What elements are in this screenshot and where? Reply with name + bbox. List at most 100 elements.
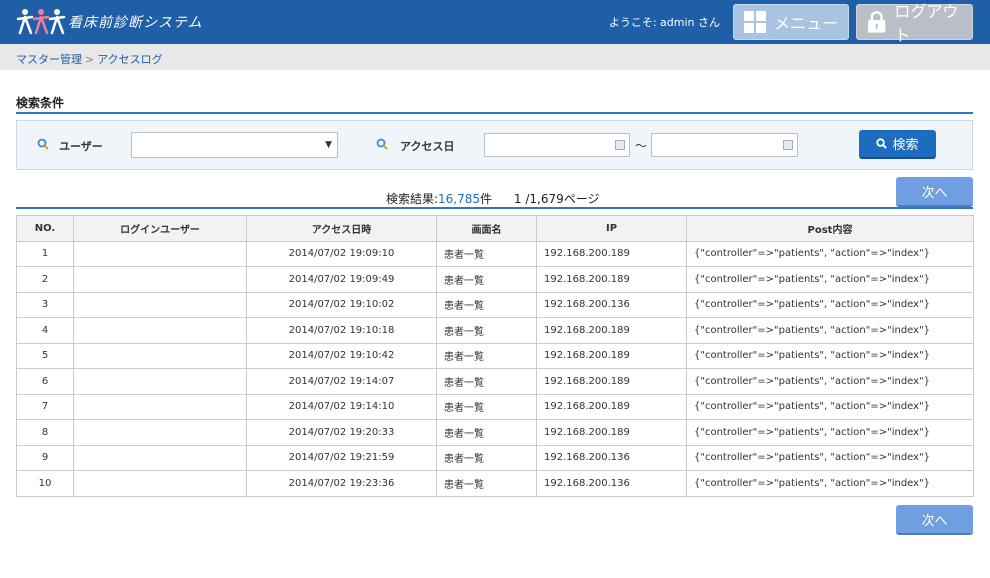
cell-ip: 192.168.200.136 bbox=[536, 470, 687, 497]
cell-login-user bbox=[73, 470, 247, 497]
app-header: 看床前診断システム ようこそ: admin さん メニュー ログアウト bbox=[0, 0, 990, 45]
cell-access-datetime: 2014/07/02 19:10:18 bbox=[246, 317, 437, 344]
cell-access-datetime: 2014/07/02 19:09:10 bbox=[246, 240, 437, 267]
calendar-icon[interactable] bbox=[615, 140, 625, 150]
cell-post-content: {"controller"=>"patients", "action"=>"in… bbox=[686, 342, 974, 369]
result-label: 検索結果: bbox=[386, 192, 439, 206]
cell-no: 9 bbox=[16, 444, 74, 471]
cell-access-datetime: 2014/07/02 19:20:33 bbox=[246, 419, 437, 446]
cell-login-user bbox=[73, 444, 247, 471]
table-row[interactable]: 9 2014/07/02 19:21:59 患者一覧 192.168.200.136{… bbox=[16, 444, 974, 471]
column-header-login-user[interactable]: ログインユーザー bbox=[73, 215, 247, 242]
search-icon bbox=[376, 138, 388, 150]
cell-no: 4 bbox=[16, 317, 74, 344]
cell-post-content: {"controller"=>"patients", "action"=>"in… bbox=[686, 368, 974, 395]
search-button[interactable]: 検索 bbox=[859, 130, 936, 159]
lock-icon bbox=[867, 11, 886, 33]
app-title: 看床前診断システム bbox=[68, 15, 203, 31]
breadcrumb-access-log[interactable]: アクセスログ bbox=[97, 53, 162, 66]
cell-no: 3 bbox=[16, 291, 74, 318]
table-row[interactable]: 6 2014/07/02 19:14:07 患者一覧 192.168.200.189{… bbox=[16, 368, 974, 395]
page-info: 1 /1,679ページ bbox=[513, 192, 600, 206]
next-button-label: 次へ bbox=[921, 513, 948, 529]
cell-ip: 192.168.200.189 bbox=[536, 317, 687, 344]
cell-ip: 192.168.200.189 bbox=[536, 342, 687, 369]
table-row[interactable]: 1 2014/07/02 19:09:10 患者一覧 192.168.200.189{… bbox=[16, 240, 974, 267]
table-body: 1 2014/07/02 19:09:10 患者一覧 192.168.200.189{… bbox=[16, 240, 974, 497]
cell-login-user bbox=[73, 266, 247, 293]
cell-login-user bbox=[73, 419, 247, 446]
date-to-input[interactable] bbox=[651, 133, 798, 157]
cell-ip: 192.168.200.136 bbox=[536, 444, 687, 471]
grid-icon bbox=[744, 11, 766, 33]
magnifier-icon bbox=[876, 138, 888, 149]
result-summary: 検索結果:16,785件 1 /1,679ページ bbox=[386, 190, 600, 207]
logout-button[interactable]: ログアウト bbox=[856, 2, 973, 45]
breadcrumb-separator: > bbox=[85, 53, 95, 66]
search-panel: ユーザー ▼ アクセス日 〜 検索 bbox=[16, 120, 973, 170]
cell-screen-name: 患者一覧 bbox=[436, 470, 537, 497]
app-logo[interactable]: 看床前診断システム bbox=[16, 6, 203, 38]
cell-ip: 192.168.200.189 bbox=[536, 266, 687, 293]
cell-access-datetime: 2014/07/02 19:10:02 bbox=[246, 291, 437, 318]
cell-login-user bbox=[73, 342, 247, 369]
table-row[interactable]: 4 2014/07/02 19:10:18 患者一覧 192.168.200.189{… bbox=[16, 317, 974, 344]
cell-ip: 192.168.200.189 bbox=[536, 419, 687, 446]
cell-screen-name: 患者一覧 bbox=[436, 291, 537, 318]
table-row[interactable]: 3 2014/07/02 19:10:02 患者一覧 192.168.200.136{… bbox=[16, 291, 974, 318]
results-divider bbox=[16, 207, 973, 209]
table-row[interactable]: 5 2014/07/02 19:10:42 患者一覧 192.168.200.189{… bbox=[16, 342, 974, 369]
column-header-post-content[interactable]: Post内容 bbox=[686, 215, 974, 242]
next-button-label: 次へ bbox=[921, 185, 948, 201]
calendar-icon[interactable] bbox=[783, 140, 793, 150]
breadcrumb: マスター管理 > アクセスログ bbox=[16, 51, 163, 67]
cell-post-content: {"controller"=>"patients", "action"=>"in… bbox=[686, 393, 974, 420]
cell-ip: 192.168.200.189 bbox=[536, 240, 687, 267]
column-header-screen-name[interactable]: 画面名 bbox=[436, 215, 537, 242]
result-count-unit: 件 bbox=[480, 192, 493, 206]
table-row[interactable]: 10 2014/07/02 19:23:36 患者一覧 192.168.200.136… bbox=[16, 470, 974, 497]
column-header-ip[interactable]: IP bbox=[536, 215, 687, 242]
cell-ip: 192.168.200.189 bbox=[536, 368, 687, 395]
result-count: 16,785 bbox=[438, 192, 481, 206]
breadcrumb-master[interactable]: マスター管理 bbox=[16, 53, 82, 66]
cell-no: 6 bbox=[16, 368, 74, 395]
cell-post-content: {"controller"=>"patients", "action"=>"in… bbox=[686, 317, 974, 344]
table-row[interactable]: 8 2014/07/02 19:20:33 患者一覧 192.168.200.189{… bbox=[16, 419, 974, 446]
table-row[interactable]: 7 2014/07/02 19:14:10 患者一覧 192.168.200.189{… bbox=[16, 393, 974, 420]
next-page-button-bottom[interactable]: 次へ bbox=[896, 505, 973, 535]
cell-access-datetime: 2014/07/02 19:14:10 bbox=[246, 393, 437, 420]
menu-button[interactable]: メニュー bbox=[733, 4, 849, 40]
welcome-text: ようこそ: admin さん bbox=[608, 16, 720, 29]
cell-screen-name: 患者一覧 bbox=[436, 393, 537, 420]
cell-access-datetime: 2014/07/02 19:23:36 bbox=[246, 470, 437, 497]
cell-screen-name: 患者一覧 bbox=[436, 240, 537, 267]
cell-screen-name: 患者一覧 bbox=[436, 317, 537, 344]
search-section-title: 検索条件 bbox=[16, 96, 65, 110]
column-header-no[interactable]: NO. bbox=[16, 215, 74, 242]
cell-login-user bbox=[73, 393, 247, 420]
logout-button-label: ログアウト bbox=[894, 2, 959, 45]
dropdown-arrow-icon: ▼ bbox=[325, 140, 332, 150]
date-from-input[interactable] bbox=[484, 133, 630, 157]
cell-no: 7 bbox=[16, 393, 74, 420]
cell-screen-name: 患者一覧 bbox=[436, 342, 537, 369]
menu-button-label: メニュー bbox=[774, 14, 839, 33]
people-logo-icon bbox=[16, 9, 66, 35]
cell-login-user bbox=[73, 291, 247, 318]
table-row[interactable]: 2 2014/07/02 19:09:49 患者一覧 192.168.200.189{… bbox=[16, 266, 974, 293]
next-page-button-top[interactable]: 次へ bbox=[896, 177, 973, 207]
cell-screen-name: 患者一覧 bbox=[436, 266, 537, 293]
cell-post-content: {"controller"=>"patients", "action"=>"in… bbox=[686, 419, 974, 446]
cell-login-user bbox=[73, 317, 247, 344]
user-select[interactable]: ▼ bbox=[131, 132, 338, 158]
cell-post-content: {"controller"=>"patients", "action"=>"in… bbox=[686, 266, 974, 293]
search-icon bbox=[37, 138, 49, 150]
cell-post-content: {"controller"=>"patients", "action"=>"in… bbox=[686, 291, 974, 318]
cell-access-datetime: 2014/07/02 19:09:49 bbox=[246, 266, 437, 293]
cell-screen-name: 患者一覧 bbox=[436, 419, 537, 446]
cell-access-datetime: 2014/07/02 19:10:42 bbox=[246, 342, 437, 369]
search-button-label: 検索 bbox=[892, 138, 919, 153]
cell-no: 10 bbox=[16, 470, 74, 497]
column-header-access-datetime[interactable]: アクセス日時 bbox=[246, 215, 437, 242]
